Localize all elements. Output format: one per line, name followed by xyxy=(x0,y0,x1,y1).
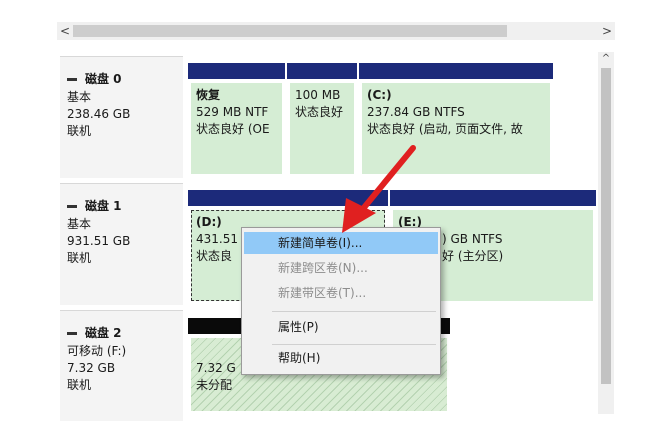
red-arrow-icon xyxy=(342,145,416,233)
